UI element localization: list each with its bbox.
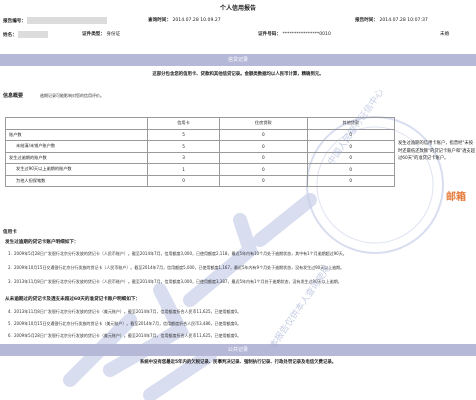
- cell-value: 0: [219, 128, 308, 141]
- mail-logo: 邮箱: [446, 192, 466, 203]
- redacted-report-no: [27, 17, 108, 24]
- row-label: 未结清/未销户账户数: [5, 140, 148, 153]
- list-item: 1. 2009年5月28日广发银行北京分行发放的贷记卡（人民币账户）。截至2014…: [8, 251, 347, 256]
- marital-status: 未婚: [440, 32, 450, 37]
- credit-notice: 这部分包含您的信用卡、贷款和其他信贷记录。金额类数据均以人民币计算，精确到元。: [152, 72, 324, 77]
- credit-card-title: 信用卡: [3, 230, 17, 235]
- cell-value: 0: [306, 163, 396, 176]
- report-no-field: 报告编号：: [3, 17, 108, 24]
- row-label: 账户数: [5, 128, 148, 141]
- query-time-value: 2014.07.28 10.09.27: [172, 18, 221, 23]
- list-item: 5. 2009年10月15日交通银行北京分行发放的贷记卡（美元账户）。截至2014…: [8, 321, 242, 326]
- record-text: 2009年10月15日交通银行北京分行发放的贷记卡（人民币账户）。截至2014年…: [14, 265, 345, 270]
- column-header: 住房贷款: [219, 117, 308, 130]
- summary-note: 逾期记录可能影响对您的信用评价。: [40, 93, 104, 98]
- cell-value: 5: [146, 140, 221, 153]
- cell-value: 3: [146, 151, 221, 164]
- list-item: 6. 2009年5月28日广发银行北京分行发放的贷记卡（美元账户）。截至2014年…: [8, 333, 242, 338]
- record-text: 2013年11月8日广发银行北京分行发放的贷记卡（美元账户）。截至2014年7月…: [14, 309, 242, 314]
- table-row: 发生过90天以上逾期的账户数 1 0 0: [5, 163, 396, 176]
- credit-section-banner: 信贷记录: [0, 54, 476, 66]
- record-text: 2013年11月8日广发银行北京分行发放的贷记卡（人民币账户）。截至2014年7…: [14, 279, 342, 284]
- normal-accounts-title: 从未逾期过的贷记卡及透支未超过60天的准贷记卡账户明细如下：: [5, 297, 141, 302]
- column-header: 信用卡: [146, 117, 221, 130]
- name-field: 姓名：: [3, 31, 49, 38]
- row-label: 发生过90天以上逾期的账户数: [5, 163, 148, 176]
- report-time-field: 报告时间： 2014.07.28 10:07:37: [355, 17, 428, 23]
- row-label: 发生过逾期的账户数: [5, 151, 148, 164]
- report-no-label: 报告编号：: [3, 19, 26, 24]
- overdue-definition-note: 发生过逾期的信用卡账户，指曾经"未按时还最低还款额"的贷记卡账户和"透支超过60…: [398, 141, 475, 162]
- report-time-label: 报告时间：: [355, 18, 378, 23]
- column-header: [5, 117, 148, 130]
- row-label: 为他人担保笔数: [5, 174, 148, 187]
- cell-value: 0: [306, 174, 396, 187]
- cell-value: 0: [146, 174, 221, 187]
- query-time-label: 查询时间：: [148, 18, 171, 23]
- query-time-field: 查询时间： 2014.07.28 10.09.27: [148, 17, 221, 23]
- cell-value: 0: [219, 151, 308, 164]
- list-item: 3. 2013年11月8日广发银行北京分行发放的贷记卡（人民币账户）。截至2014…: [8, 279, 342, 284]
- id-no-field: 证件号码： ****************0010: [258, 31, 331, 37]
- id-type-value: 身份证: [106, 32, 121, 37]
- cell-value: 0: [219, 140, 308, 153]
- report-time-value: 2014.07.28 10:07:37: [379, 18, 428, 23]
- id-type-field: 证件类型： 身份证: [82, 31, 120, 37]
- name-label: 姓名：: [3, 33, 17, 38]
- cell-value: 5: [146, 128, 221, 141]
- public-section-banner: 公共记录: [0, 344, 476, 356]
- cell-value: 1: [146, 163, 221, 176]
- table-header-row: 信用卡 住房贷款 其他贷款: [5, 117, 396, 130]
- id-type-label: 证件类型：: [82, 32, 105, 37]
- list-item: 4. 2013年11月8日广发银行北京分行发放的贷记卡（美元账户）。截至2014年…: [8, 309, 242, 314]
- report-title: 个人信用报告: [219, 5, 256, 12]
- list-item: 2. 2009年10月15日交通银行北京分行发放的贷记卡（人民币账户）。截至201…: [8, 265, 345, 270]
- overdue-accounts-title: 发生过逾期的贷记卡账户明细如下：: [5, 240, 79, 245]
- cell-value: 0: [219, 163, 308, 176]
- id-no-value: ****************0010: [282, 32, 331, 37]
- record-text: 2009年10月15日交通银行北京分行发放的贷记卡（美元账户）。截至2014年7…: [14, 321, 242, 326]
- id-no-label: 证件号码：: [258, 32, 281, 37]
- redacted-name: [18, 31, 49, 38]
- record-text: 2009年5月28日广发银行北京分行发放的贷记卡（人民币账户）。截至2014年7…: [14, 251, 347, 256]
- watermark-seal-text: 本报告仅供本人查询使用: [268, 263, 334, 351]
- cell-value: 0: [219, 174, 308, 187]
- cell-value: 0: [306, 151, 396, 164]
- record-text: 2009年5月28日广发银行北京分行发放的贷记卡（美元账户）。截至2014年7月…: [14, 333, 242, 338]
- table-row: 为他人担保笔数 0 0 0: [5, 174, 396, 187]
- summary-title: 信息概要: [3, 93, 24, 99]
- table-row: 账户数 5 0 0: [5, 128, 396, 141]
- public-notice: 系统中没有您最近5年内的欠税记录、民事判决记录、强制执行记录、行政处罚记录及电信…: [139, 360, 337, 365]
- watermark-graphic: [63, 193, 317, 400]
